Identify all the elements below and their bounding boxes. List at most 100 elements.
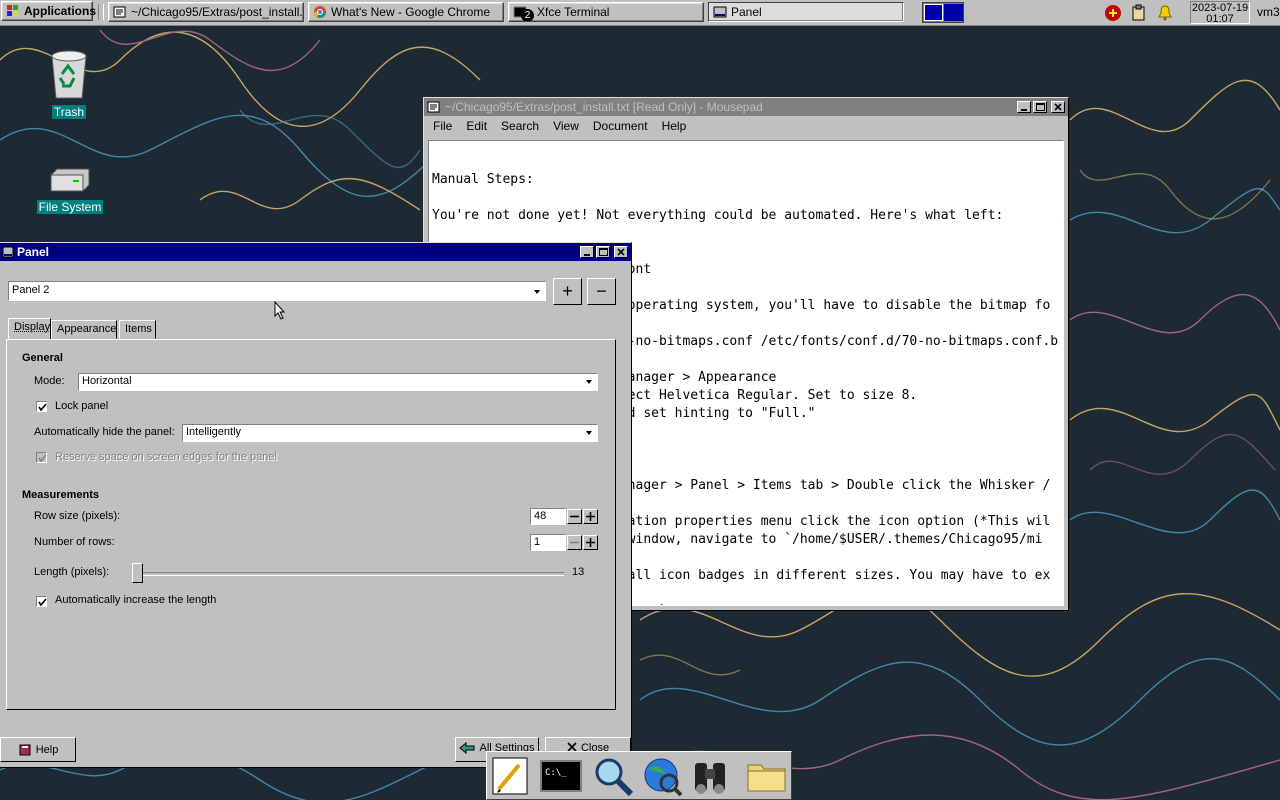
length-label: Length (pixels): (34, 566, 110, 578)
maximize-button[interactable] (1033, 101, 1047, 113)
desktop-icon-trash[interactable]: Trash (29, 48, 109, 119)
desktop-icon-file-system[interactable]: File System (30, 165, 110, 214)
task-label: ~/Chicago95/Extras/post_install.t... (131, 5, 304, 19)
recycle-bin-icon (51, 50, 87, 99)
row-size-spinner[interactable]: 48 (530, 508, 598, 525)
help-button[interactable]: Help (0, 737, 76, 762)
svg-text:C:\_: C:\_ (545, 768, 567, 778)
row-size-label: Row size (pixels): (34, 510, 121, 522)
close-button[interactable] (1051, 101, 1065, 113)
editor-line: Manual Steps: (432, 172, 534, 187)
rows-spinner[interactable]: 1 (530, 534, 598, 551)
update-notifier-icon[interactable] (1104, 4, 1122, 22)
autohide-value: Intelligently (186, 426, 242, 438)
folder-icon[interactable] (745, 755, 789, 797)
task-chrome[interactable]: What's New - Google Chrome (308, 2, 504, 22)
editor-line: You're not done yet! Not everything coul… (432, 208, 1004, 223)
text-editor-icon[interactable] (489, 755, 533, 797)
menu-help[interactable]: Help (655, 119, 694, 133)
clipboard-icon[interactable] (1130, 4, 1148, 22)
maximize-icon (1036, 103, 1045, 111)
tab-label: Display (14, 321, 51, 333)
tab-items[interactable]: Items (119, 320, 156, 339)
menu-edit[interactable]: Edit (459, 119, 494, 133)
menu-document[interactable]: Document (586, 119, 655, 133)
task-label: Panel (731, 5, 762, 19)
username[interactable]: vm3 (1257, 5, 1280, 19)
checkmark-icon (38, 403, 47, 412)
help-label: Help (35, 743, 59, 756)
task-label: Xfce Terminal (537, 5, 610, 19)
bottom-dock: C:\_ (486, 751, 792, 800)
window-title: ~/Chicago95/Extras/post_install.txt [Rea… (445, 100, 763, 114)
panel-select-value: Panel 2 (12, 284, 50, 296)
plus-icon (586, 512, 595, 521)
display-tab-pane (6, 339, 616, 710)
task-terminal[interactable]: 2 Xfce Terminal (508, 2, 704, 22)
add-panel-button[interactable]: + (553, 278, 582, 305)
workspace-1[interactable] (924, 4, 943, 21)
task-mousepad[interactable]: ~/Chicago95/Extras/post_install.t... (108, 2, 304, 22)
system-tray (1098, 2, 1188, 23)
search-icon[interactable] (591, 755, 635, 797)
binoculars-icon[interactable] (689, 755, 733, 797)
row-size-value[interactable]: 48 (530, 508, 566, 525)
windows-logo-icon (7, 5, 18, 16)
mousepad-titlebar[interactable]: ~/Chicago95/Extras/post_install.txt [Rea… (424, 98, 1068, 116)
mousepad-icon (113, 6, 126, 18)
autohide-dropdown[interactable]: Intelligently (182, 424, 598, 442)
panel-select-dropdown[interactable]: Panel 2 (8, 281, 546, 301)
remove-label: − (596, 281, 607, 301)
task-label: What's New - Google Chrome (331, 5, 491, 19)
rows-label: Number of rows: (34, 536, 115, 548)
chrome-icon (314, 6, 326, 18)
row-size-decrement[interactable] (567, 509, 582, 524)
row-size-increment[interactable] (583, 509, 598, 524)
auto-increase-checkbox[interactable] (36, 596, 47, 607)
clock[interactable]: 2023-07-19 01:07 (1190, 1, 1250, 25)
general-heading: General (22, 352, 63, 364)
menu-search[interactable]: Search (494, 119, 546, 133)
panel-titlebar[interactable]: Panel (0, 243, 631, 261)
menu-file[interactable]: File (426, 119, 459, 133)
desktop-icon-label: File System (36, 200, 104, 214)
applications-menu-button[interactable]: Applications (1, 1, 97, 21)
rows-value[interactable]: 1 (530, 534, 566, 551)
tab-appearance[interactable]: Appearance (51, 320, 117, 339)
mousepad-menubar: File Edit Search View Document Help (424, 116, 1068, 136)
measurements-heading: Measurements (22, 489, 100, 501)
minimize-button[interactable] (1017, 101, 1031, 113)
close-button[interactable] (614, 246, 628, 258)
task-count-badge: 2 (521, 9, 534, 21)
mode-value: Horizontal (82, 375, 132, 387)
minimize-icon (1021, 109, 1027, 111)
menu-view[interactable]: View (546, 119, 586, 133)
autohide-label: Automatically hide the panel: (34, 426, 175, 438)
tab-display[interactable]: Display (8, 318, 51, 340)
task-panel[interactable]: Panel (708, 2, 904, 22)
checkmark-icon (38, 598, 47, 607)
terminal-icon[interactable]: C:\_ (539, 755, 583, 797)
workspace-pager[interactable] (922, 2, 964, 23)
applications-label: Applications (24, 4, 97, 18)
web-browser-icon[interactable] (641, 755, 685, 797)
length-value: 13 (572, 566, 585, 578)
lock-panel-label: Lock panel (55, 400, 109, 412)
mode-dropdown[interactable]: Horizontal (78, 373, 598, 391)
maximize-icon (599, 248, 608, 256)
chevron-down-icon (586, 380, 592, 384)
maximize-button[interactable] (596, 246, 610, 258)
mousepad-icon (427, 101, 440, 113)
length-slider-thumb[interactable] (132, 563, 143, 583)
length-slider-track[interactable] (136, 572, 564, 576)
notification-bell-icon[interactable] (1156, 4, 1174, 22)
remove-panel-button[interactable]: − (587, 278, 616, 305)
minus-icon (570, 515, 579, 518)
rows-increment[interactable] (583, 535, 598, 550)
rows-decrement[interactable] (567, 535, 582, 550)
workspace-2[interactable] (944, 4, 963, 21)
lock-panel-checkbox[interactable] (36, 401, 47, 412)
minimize-button[interactable] (580, 246, 594, 258)
mode-label: Mode: (34, 375, 65, 387)
reserve-space-checkbox[interactable] (36, 452, 47, 463)
